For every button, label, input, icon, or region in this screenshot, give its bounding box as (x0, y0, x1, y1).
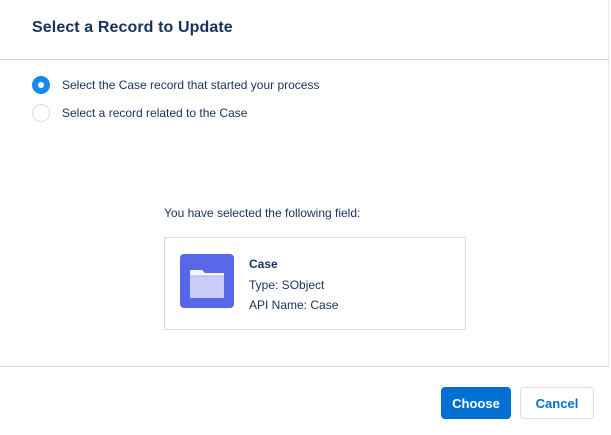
cancel-button[interactable]: Cancel (520, 387, 594, 419)
modal-footer: Choose Cancel (0, 366, 609, 435)
selected-field-caption: You have selected the following field: (164, 206, 361, 220)
radio-selected-icon[interactable] (32, 76, 50, 94)
option-label: Select a record related to the Case (62, 106, 248, 120)
field-api-name: API Name: Case (249, 298, 339, 312)
select-record-modal: Select a Record to Update Select the Cas… (0, 0, 609, 435)
folder-icon (180, 254, 234, 308)
choose-button[interactable]: Choose (441, 387, 511, 419)
modal-header: Select a Record to Update (0, 0, 609, 60)
option-related-record[interactable]: Select a record related to the Case (32, 104, 247, 122)
radio-unselected-icon[interactable] (32, 104, 50, 122)
option-label: Select the Case record that started your… (62, 78, 320, 92)
modal-title: Select a Record to Update (32, 19, 233, 36)
selected-field-card: Case Type: SObject API Name: Case (164, 237, 466, 330)
field-name: Case (249, 257, 278, 271)
option-case-record[interactable]: Select the Case record that started your… (32, 76, 319, 94)
field-type: Type: SObject (249, 278, 325, 292)
